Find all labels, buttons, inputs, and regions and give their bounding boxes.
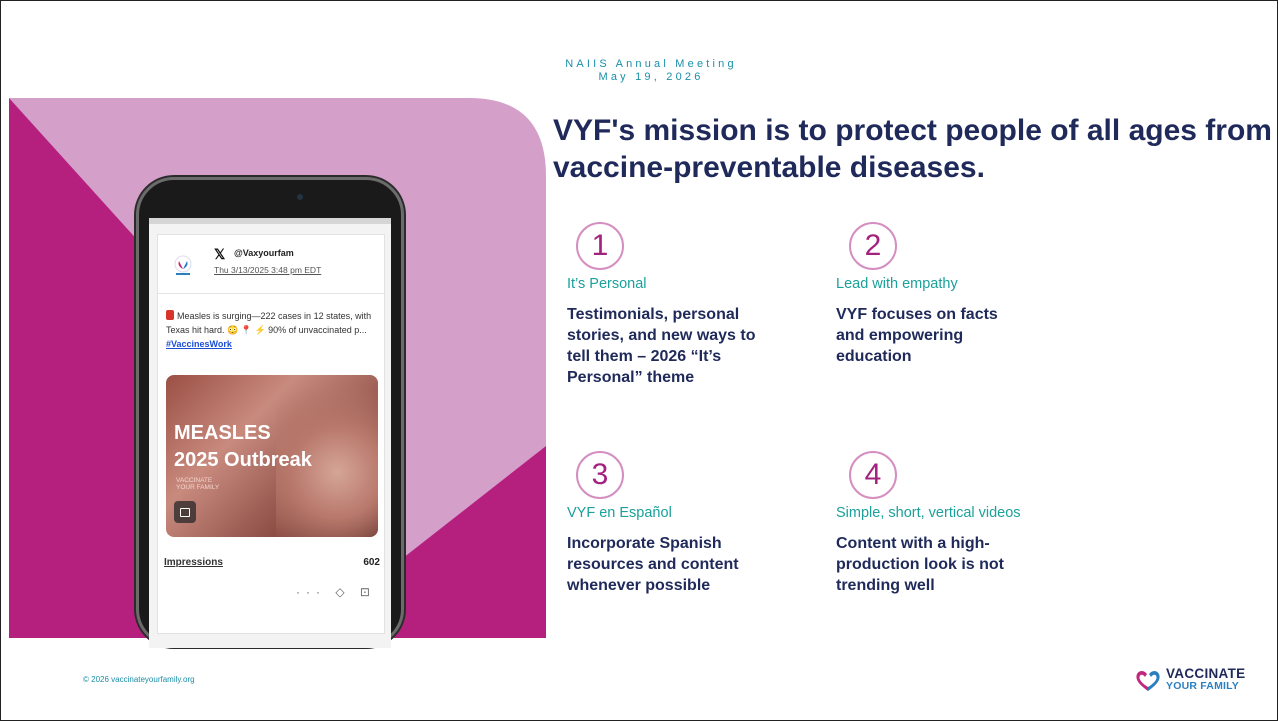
item-2: 2 Lead with empathy VYF focuses on facts… [836, 222, 1109, 367]
alert-icon [166, 310, 174, 320]
item-title: Simple, short, vertical videos [836, 505, 1021, 521]
slide: NAIIS Annual Meeting May 19, 2026 VYF's … [0, 0, 1278, 721]
item-3: 3 VYF en Español Incorporate Spanish res… [567, 451, 836, 596]
item-title: VYF en Español [567, 505, 672, 521]
item-1: 1 It’s Personal Testimonials, personal s… [567, 222, 836, 388]
hashtag-link[interactable]: #VaccinesWork [166, 339, 232, 349]
x-logo-icon: 𝕏 [214, 246, 226, 262]
post-actions[interactable]: ··· ◇ ⊡ [296, 585, 376, 599]
media-logo-line1: VACCINATE [176, 477, 213, 484]
meeting-name: NAIIS Annual Meeting [565, 58, 737, 70]
video-icon[interactable] [174, 501, 196, 523]
post-card: 𝕏 @Vaxyourfam Thu 3/13/2025 3:48 pm EDT … [157, 234, 386, 634]
item-body: VYF focuses on facts and empowering educ… [836, 306, 998, 365]
post-body: Measles is surging—222 cases in 12 state… [166, 311, 372, 335]
vyf-avatar-icon [174, 255, 192, 275]
post-header: 𝕏 @Vaxyourfam Thu 3/13/2025 3:48 pm EDT [172, 247, 372, 283]
meeting-date: May 19, 2026 [598, 71, 704, 83]
vyf-heart-logo-icon [1136, 671, 1160, 691]
meeting-header: NAIIS Annual Meeting May 19, 2026 [521, 58, 781, 84]
phone-screen: 𝕏 @Vaxyourfam Thu 3/13/2025 3:48 pm EDT … [149, 218, 391, 648]
media-logo: VACCINATE YOUR FAMILY [176, 477, 219, 491]
media-title-line2: 2025 Outbreak [174, 449, 312, 471]
item-4: 4 Simple, short, vertical videos Content… [836, 451, 1096, 596]
status-bar [149, 218, 391, 224]
item-title: Lead with empathy [836, 276, 958, 292]
vyf-logo: VACCINATE YOUR FAMILY [1134, 665, 1245, 697]
item-number: 3 [576, 451, 624, 499]
item-title: It’s Personal [567, 276, 647, 292]
media-title: MEASLES 2025 Outbreak [174, 420, 312, 474]
media-title-line1: MEASLES [174, 422, 271, 444]
impressions-value: 602 [363, 557, 380, 568]
logo-line1: VACCINATE [1166, 666, 1246, 681]
item-body: Testimonials, personal stories, and new … [567, 306, 756, 386]
item-number: 4 [849, 451, 897, 499]
phone-mockup: 𝕏 @Vaxyourfam Thu 3/13/2025 3:48 pm EDT … [136, 177, 404, 648]
post-text: Measles is surging—222 cases in 12 state… [166, 309, 380, 351]
impressions-row: Impressions 602 [164, 557, 380, 568]
media-logo-line2: YOUR FAMILY [176, 484, 220, 491]
logo-line2: YOUR FAMILY [1166, 680, 1239, 692]
camera-dot [297, 194, 303, 200]
post-date[interactable]: Thu 3/13/2025 3:48 pm EDT [214, 265, 321, 275]
post-handle[interactable]: @Vaxyourfam [234, 248, 294, 258]
copyright-text: © 2026 vaccinateyourfamily.org [83, 675, 195, 684]
logo-text: VACCINATE YOUR FAMILY [1166, 667, 1245, 693]
item-number: 2 [849, 222, 897, 270]
divider [158, 293, 386, 294]
post-media[interactable]: MEASLES 2025 Outbreak VACCINATE YOUR FAM… [166, 375, 378, 537]
mission-headline: VYF's mission is to protect people of al… [553, 114, 1272, 184]
item-number: 1 [576, 222, 624, 270]
impressions-label[interactable]: Impressions [164, 557, 223, 568]
item-body: Incorporate Spanish resources and conten… [567, 535, 739, 594]
item-body: Content with a high-production look is n… [836, 535, 1004, 594]
